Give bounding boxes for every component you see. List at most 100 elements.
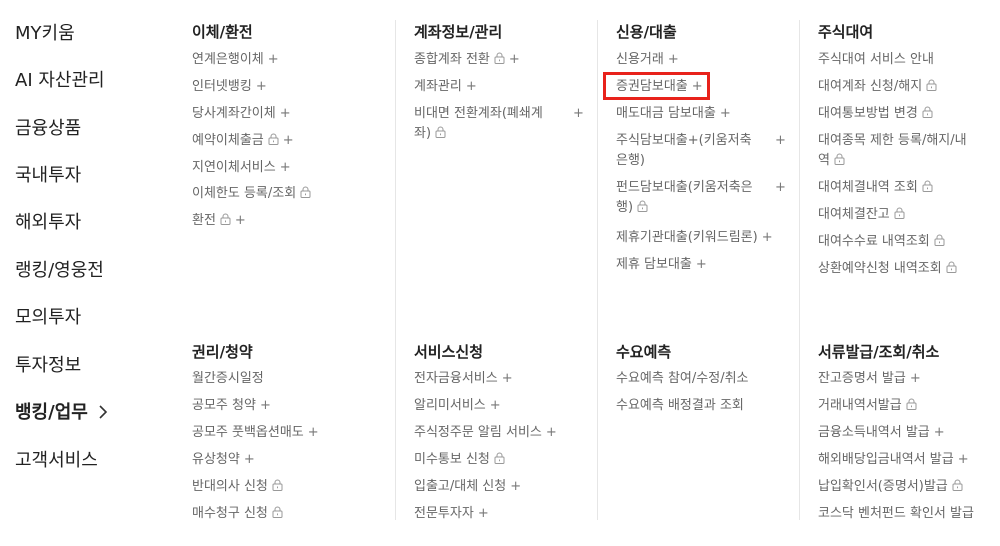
- plus-icon[interactable]: +: [910, 371, 921, 386]
- plus-icon[interactable]: +: [762, 230, 773, 245]
- menu-item-label: 입출고/대체 신청: [414, 479, 507, 494]
- menu-item-transfer-2[interactable]: 당사계좌간이체 +: [192, 104, 291, 124]
- menu-item-label: 지연이체서비스: [192, 160, 276, 175]
- menu-item-label: 대여수수료 내역조회: [818, 234, 930, 249]
- menu-item-account-1[interactable]: 계좌관리 +: [414, 77, 477, 97]
- menu-item-service-3[interactable]: 미수통보 신청: [414, 450, 505, 470]
- menu-item-account-2[interactable]: 비대면 전환계좌(폐쇄계 + 좌): [414, 104, 589, 144]
- plus-icon[interactable]: +: [668, 52, 679, 67]
- menu-item-transfer-3[interactable]: 예약이체출금 +: [192, 131, 294, 151]
- plus-icon[interactable]: +: [502, 371, 513, 386]
- menu-item-credit-5[interactable]: 제휴기관대출(키워드림론) +: [616, 228, 773, 248]
- menu-item-label: 대여종목 제한 등록/해지/내: [818, 133, 967, 148]
- menu-item-transfer-1[interactable]: 인터넷뱅킹 +: [192, 77, 267, 97]
- menu-item-rights-2[interactable]: 공모주 풋백옵션매도 +: [192, 423, 319, 443]
- plus-icon[interactable]: +: [478, 506, 489, 521]
- nav-item-ai-asset[interactable]: AI 자산관리: [15, 69, 105, 93]
- menu-item-account-0[interactable]: 종합계좌 전환 +: [414, 50, 520, 70]
- nav-item-domestic[interactable]: 국내투자: [15, 164, 81, 188]
- menu-item-label: 이체한도 등록/조회: [192, 186, 297, 201]
- nav-item-overseas[interactable]: 해외투자: [15, 211, 81, 235]
- plus-icon[interactable]: +: [958, 452, 969, 467]
- section-title-account: 계좌정보/관리: [414, 23, 503, 41]
- menu-item-credit-2[interactable]: 매도대금 담보대출 +: [616, 104, 731, 124]
- menu-item-credit-6[interactable]: 제휴 담보대출 +: [616, 255, 707, 275]
- menu-item-label: 수요예측 참여/수정/취소: [616, 371, 749, 386]
- menu-item-credit-3[interactable]: 주식담보대출+(키움저축 + 은행): [616, 131, 791, 171]
- plus-icon[interactable]: +: [509, 52, 520, 67]
- plus-icon[interactable]: +: [308, 425, 319, 440]
- menu-item-rights-0[interactable]: 월간증시일정: [192, 369, 264, 389]
- plus-icon[interactable]: +: [692, 79, 703, 94]
- menu-item-docs-4[interactable]: 납입확인서(증명서)발급: [818, 477, 963, 497]
- plus-icon[interactable]: +: [546, 425, 557, 440]
- plus-icon[interactable]: +: [244, 452, 255, 467]
- menu-item-credit-1[interactable]: 증권담보대출 +: [616, 77, 703, 97]
- menu-item-service-5[interactable]: 전문투자자 +: [414, 504, 489, 524]
- menu-item-service-2[interactable]: 주식정주문 알림 서비스 +: [414, 423, 557, 443]
- menu-item-docs-2[interactable]: 금융소득내역서 발급 +: [818, 423, 945, 443]
- menu-item-docs-5[interactable]: 코스닥 벤처펀드 확인서 발급: [818, 504, 974, 524]
- menu-item-docs-3[interactable]: 해외배당입금내역서 발급 +: [818, 450, 969, 470]
- plus-icon[interactable]: +: [490, 398, 501, 413]
- nav-item-banking-label: 뱅킹/업무: [15, 402, 88, 423]
- menu-item-docs-1[interactable]: 거래내역서발급: [818, 396, 917, 416]
- nav-item-invest-info[interactable]: 투자정보: [15, 354, 81, 378]
- plus-icon[interactable]: +: [268, 52, 279, 67]
- menu-item-label: 예약이체출금: [192, 133, 264, 148]
- nav-item-customer[interactable]: 고객서비스: [15, 449, 98, 473]
- menu-item-label: 주식담보대출+(키움저축: [616, 133, 752, 148]
- menu-item-lending-7[interactable]: 상환예약신청 내역조회: [818, 259, 957, 279]
- menu-item-credit-4[interactable]: 펀드담보대출(키움저축은 + 행): [616, 178, 791, 218]
- plus-icon[interactable]: +: [775, 131, 786, 151]
- plus-icon[interactable]: +: [256, 79, 267, 94]
- menu-item-rights-4[interactable]: 반대의사 신청: [192, 477, 283, 497]
- plus-icon[interactable]: +: [720, 106, 731, 121]
- menu-item-label: 해외배당입금내역서 발급: [818, 452, 954, 467]
- menu-item-forecast-0[interactable]: 수요예측 참여/수정/취소: [616, 369, 749, 389]
- menu-item-label: 알리미서비스: [414, 398, 486, 413]
- menu-item-rights-1[interactable]: 공모주 청약 +: [192, 396, 271, 416]
- plus-icon[interactable]: +: [235, 213, 246, 228]
- menu-item-lending-1[interactable]: 대여계좌 신청/해지: [818, 77, 937, 97]
- menu-item-lending-3[interactable]: 대여종목 제한 등록/해지/내 역: [818, 131, 993, 171]
- plus-icon[interactable]: +: [510, 479, 521, 494]
- plus-icon[interactable]: +: [934, 425, 945, 440]
- menu-item-transfer-4[interactable]: 지연이체서비스 +: [192, 158, 291, 178]
- menu-item-service-1[interactable]: 알리미서비스 +: [414, 396, 501, 416]
- menu-item-credit-0[interactable]: 신용거래 +: [616, 50, 679, 70]
- menu-item-label: 당사계좌간이체: [192, 106, 276, 121]
- menu-item-transfer-0[interactable]: 연계은행이체 +: [192, 50, 279, 70]
- nav-item-mock[interactable]: 모의투자: [15, 306, 81, 330]
- nav-item-my-kiwoom[interactable]: MY키움: [15, 22, 75, 46]
- plus-icon[interactable]: +: [280, 160, 291, 175]
- nav-item-financial-products[interactable]: 금융상품: [15, 117, 81, 141]
- lock-icon: [952, 479, 963, 491]
- plus-icon[interactable]: +: [260, 398, 271, 413]
- menu-item-label: 비대면 전환계좌(폐쇄계: [414, 106, 543, 121]
- menu-item-forecast-1[interactable]: 수요예측 배정결과 조회: [616, 396, 744, 416]
- menu-item-docs-0[interactable]: 잔고증명서 발급 +: [818, 369, 921, 389]
- menu-item-transfer-6[interactable]: 환전 +: [192, 211, 246, 231]
- menu-item-service-0[interactable]: 전자금융서비스 +: [414, 369, 513, 389]
- plus-icon[interactable]: +: [466, 79, 477, 94]
- menu-item-lending-0[interactable]: 주식대여 서비스 안내: [818, 50, 934, 70]
- lock-icon: [300, 186, 311, 198]
- plus-icon[interactable]: +: [573, 104, 584, 124]
- menu-item-rights-5[interactable]: 매수청구 신청: [192, 504, 283, 524]
- menu-item-label: 대여체결잔고: [818, 207, 890, 222]
- menu-item-lending-5[interactable]: 대여체결잔고: [818, 205, 905, 225]
- menu-item-rights-3[interactable]: 유상청약 +: [192, 450, 255, 470]
- nav-item-banking[interactable]: 뱅킹/업무: [15, 401, 108, 425]
- menu-item-transfer-5[interactable]: 이체한도 등록/조회: [192, 184, 311, 204]
- menu-item-lending-2[interactable]: 대여통보방법 변경: [818, 104, 933, 124]
- plus-icon[interactable]: +: [696, 257, 707, 272]
- nav-item-ranking[interactable]: 랭킹/영웅전: [15, 259, 104, 283]
- menu-item-lending-4[interactable]: 대여체결내역 조회: [818, 178, 933, 198]
- plus-icon[interactable]: +: [280, 106, 291, 121]
- plus-icon[interactable]: +: [283, 133, 294, 148]
- menu-item-lending-6[interactable]: 대여수수료 내역조회: [818, 232, 945, 252]
- menu-item-service-4[interactable]: 입출고/대체 신청 +: [414, 477, 521, 497]
- plus-icon[interactable]: +: [775, 178, 786, 198]
- menu-item-label: 상환예약신청 내역조회: [818, 261, 942, 276]
